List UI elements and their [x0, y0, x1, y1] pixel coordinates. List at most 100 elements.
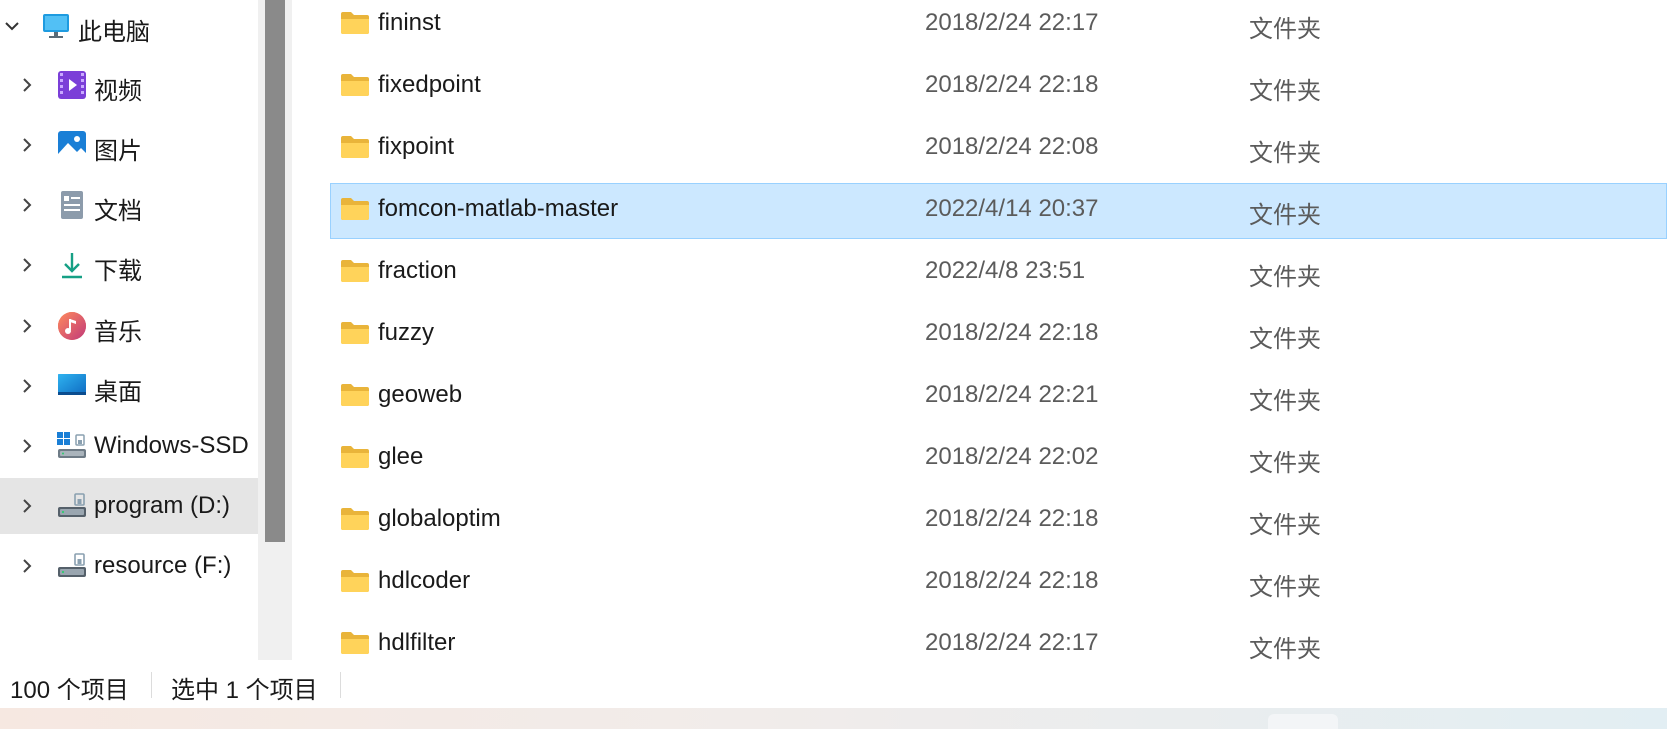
file-row[interactable]: fixpoint 2018/2/24 22:08 文件夹 [330, 121, 1667, 177]
file-list: fininst 2018/2/24 22:17 文件夹 fixedpoint 2018/… [292, 0, 1667, 663]
nav-item-图片[interactable]: 图片 [0, 117, 258, 173]
chevron-right-icon[interactable] [11, 69, 43, 101]
nav-item-桌面[interactable]: 桌面 [0, 358, 258, 414]
chevron-right-icon[interactable] [11, 249, 43, 281]
file-row[interactable]: fraction 2022/4/8 23:51 文件夹 [330, 245, 1667, 301]
desktop-icon [56, 370, 88, 402]
navigation-pane: 此电脑 视频图片文档下载音乐桌面 Windows-SSD program (D:) r… [0, 0, 258, 660]
chevron-down-icon[interactable] [0, 10, 28, 42]
file-date-modified: 2018/2/24 22:17 [925, 629, 1099, 656]
pictures-icon [56, 129, 88, 161]
file-date-modified: 2022/4/8 23:51 [925, 257, 1086, 284]
nav-item-下载[interactable]: 下载 [0, 237, 258, 293]
folder-icon [340, 321, 370, 345]
file-row[interactable]: hdlcoder 2018/2/24 22:18 文件夹 [330, 555, 1667, 611]
folder-icon [340, 197, 370, 221]
file-type: 文件夹 [1249, 202, 1321, 229]
file-type: 文件夹 [1249, 16, 1321, 43]
status-separator [340, 672, 341, 698]
nav-scrollbar-thumb[interactable] [265, 0, 285, 542]
file-date-modified: 2018/2/24 22:21 [925, 381, 1099, 408]
nav-item-label: 音乐 [94, 319, 142, 346]
taskbar [0, 708, 1667, 729]
file-name: fixpoint [378, 133, 455, 160]
file-type: 文件夹 [1249, 450, 1321, 477]
chevron-right-icon[interactable] [11, 189, 43, 221]
chevron-right-icon[interactable] [11, 490, 43, 522]
file-date-modified: 2018/2/24 22:18 [925, 319, 1099, 346]
file-name: hdlfilter [378, 629, 456, 656]
download-icon [56, 249, 88, 281]
documents-icon [56, 189, 88, 221]
chevron-right-icon[interactable] [11, 310, 43, 342]
folder-icon [340, 73, 370, 97]
nav-item-this-pc[interactable]: 此电脑 [0, 0, 258, 52]
file-type: 文件夹 [1249, 264, 1321, 291]
nav-label-this-pc: 此电脑 [78, 19, 150, 46]
folder-icon [340, 383, 370, 407]
folder-icon [340, 507, 370, 531]
file-date-modified: 2018/2/24 22:18 [925, 505, 1099, 532]
file-name: fuzzy [378, 319, 435, 346]
drive-icon [56, 490, 88, 522]
nav-item-program-d[interactable]: program (D:) [0, 478, 258, 534]
file-name: fraction [378, 257, 457, 284]
taskbar-button[interactable] [1268, 714, 1338, 729]
nav-item-resource-f[interactable]: resource (F:) [0, 538, 258, 594]
file-date-modified: 2022/4/14 20:37 [925, 195, 1099, 222]
chevron-right-icon[interactable] [11, 129, 43, 161]
file-row[interactable]: fomcon-matlab-master 2022/4/14 20:37 文件夹 [330, 183, 1667, 239]
file-row[interactable]: geoweb 2018/2/24 22:21 文件夹 [330, 369, 1667, 425]
nav-item-文档[interactable]: 文档 [0, 177, 258, 233]
nav-item-label: Windows-SSD [94, 432, 249, 459]
file-date-modified: 2018/2/24 22:18 [925, 567, 1099, 594]
drive-icon [56, 550, 88, 582]
chevron-right-icon[interactable] [11, 430, 43, 462]
file-name: fininst [378, 9, 441, 36]
music-icon [56, 310, 88, 342]
file-date-modified: 2018/2/24 22:18 [925, 71, 1099, 98]
nav-item-label: program (D:) [94, 492, 231, 519]
file-type: 文件夹 [1249, 636, 1321, 663]
file-name: hdlcoder [378, 567, 471, 594]
nav-item-视频[interactable]: 视频 [0, 57, 258, 113]
folder-icon [340, 11, 370, 35]
monitor-icon [40, 10, 72, 42]
file-name: glee [378, 443, 424, 470]
folder-icon [340, 631, 370, 655]
nav-item-音乐[interactable]: 音乐 [0, 298, 258, 354]
nav-item-label: 文档 [94, 198, 142, 225]
file-type: 文件夹 [1249, 388, 1321, 415]
file-row[interactable]: fininst 2018/2/24 22:17 文件夹 [330, 0, 1667, 53]
file-type: 文件夹 [1249, 574, 1321, 601]
windows-drive-icon [56, 430, 88, 462]
file-type: 文件夹 [1249, 326, 1321, 353]
status-separator [151, 672, 152, 698]
nav-item-label: resource (F:) [94, 552, 232, 579]
file-row[interactable]: glee 2018/2/24 22:02 文件夹 [330, 431, 1667, 487]
file-type: 文件夹 [1249, 140, 1321, 167]
folder-icon [340, 445, 370, 469]
file-name: fixedpoint [378, 71, 481, 98]
folder-icon [340, 259, 370, 283]
file-name: globaloptim [378, 505, 501, 532]
folder-icon [340, 135, 370, 159]
file-date-modified: 2018/2/24 22:02 [925, 443, 1099, 470]
status-bar: 100 个项目 选中 1 个项目 [0, 660, 1667, 708]
nav-item-label: 视频 [94, 78, 142, 105]
folder-icon [340, 569, 370, 593]
nav-item-windows-ssd[interactable]: Windows-SSD [0, 418, 258, 474]
chevron-right-icon[interactable] [11, 370, 43, 402]
nav-item-label: 桌面 [94, 379, 142, 406]
chevron-right-icon[interactable] [11, 550, 43, 582]
file-name: geoweb [378, 381, 463, 408]
file-type: 文件夹 [1249, 512, 1321, 539]
status-selected-count: 选中 1 个项目 [171, 677, 318, 704]
status-item-count: 100 个项目 [10, 677, 129, 704]
file-date-modified: 2018/2/24 22:17 [925, 9, 1099, 36]
file-row[interactable]: fixedpoint 2018/2/24 22:18 文件夹 [330, 59, 1667, 115]
file-row[interactable]: globaloptim 2018/2/24 22:18 文件夹 [330, 493, 1667, 549]
file-row[interactable]: fuzzy 2018/2/24 22:18 文件夹 [330, 307, 1667, 363]
nav-item-label: 图片 [94, 138, 142, 165]
video-icon [56, 69, 88, 101]
